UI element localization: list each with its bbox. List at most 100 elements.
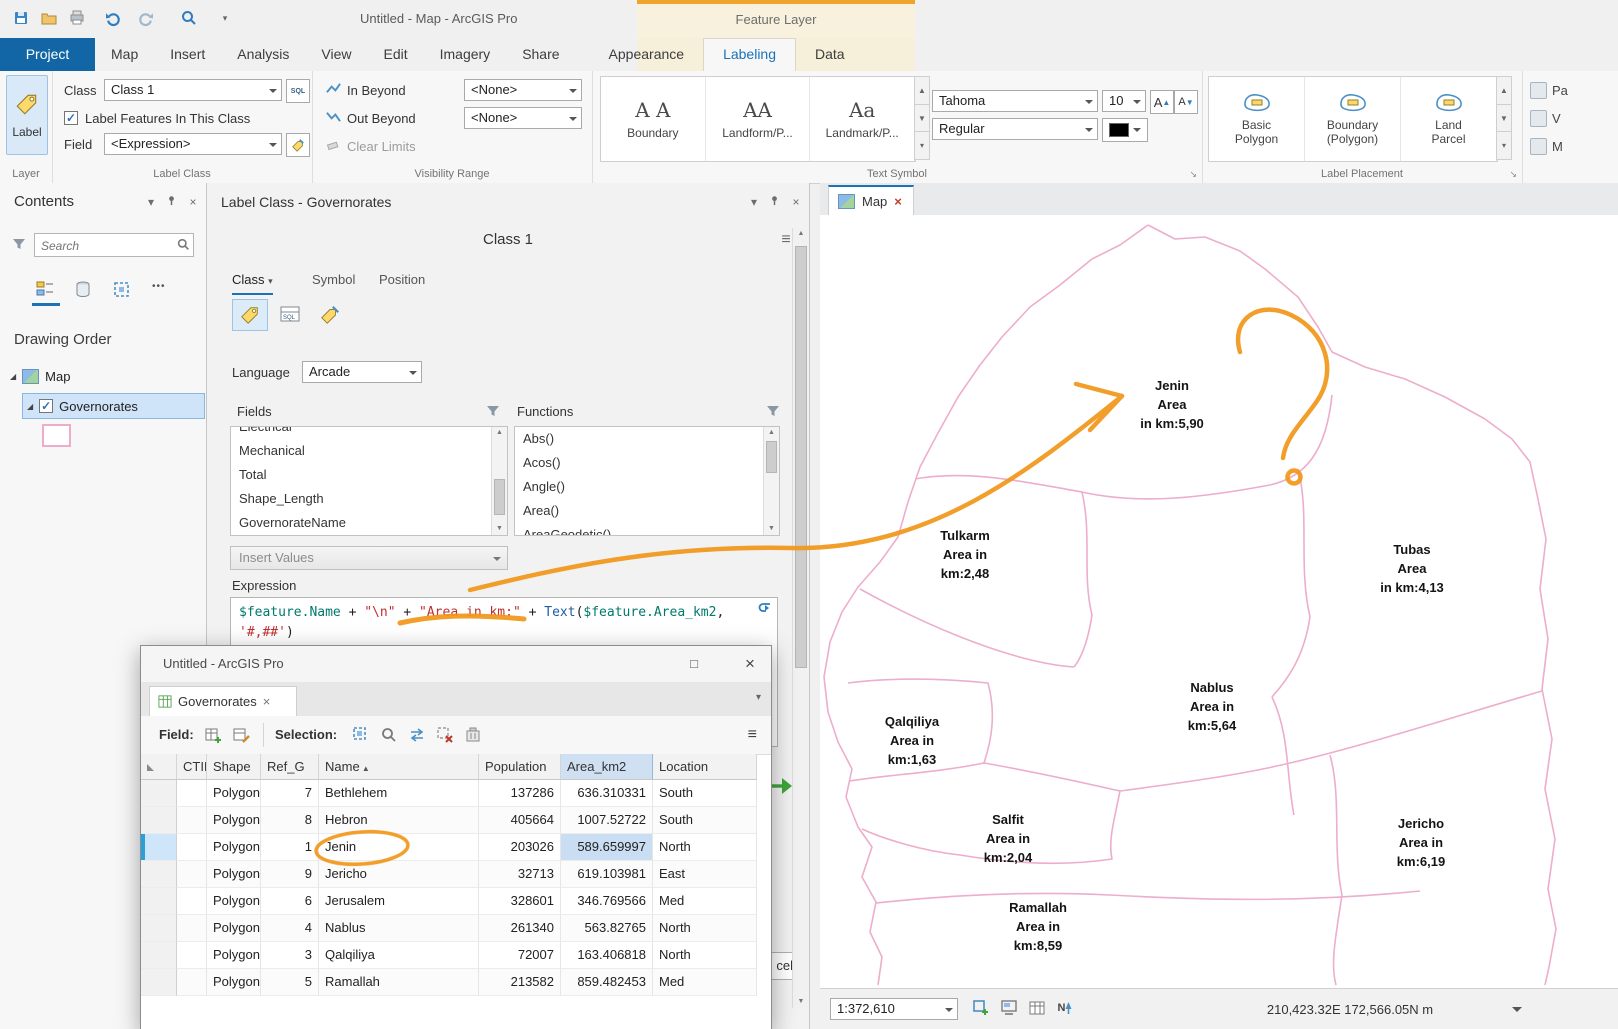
label-expression-tool-button[interactable] [232,299,268,331]
fields-scrollbar[interactable]: ▲ ▼ [491,427,507,535]
cell-location[interactable]: Med [653,888,757,915]
cell-area_km2[interactable]: 589.659997 [561,834,653,861]
placement-down-icon[interactable]: ▼ [1496,104,1512,133]
gallery-expand-icon[interactable]: ▾ [914,132,930,161]
cell-ctid[interactable] [177,834,207,861]
governorates-visibility-checkbox[interactable]: ✓ [39,399,54,413]
row-header-cell[interactable] [141,834,177,861]
ribbon-tab-analysis[interactable]: Analysis [221,38,305,71]
ribbon-tab-labeling[interactable]: Labeling [703,38,796,72]
label-features-checkbox[interactable]: ✓ [64,111,78,125]
cell-location[interactable]: North [653,915,757,942]
field-list-item[interactable]: GovernorateName [231,511,492,535]
gallery-up-icon[interactable]: ▲ [914,76,930,105]
undo-icon[interactable] [102,7,124,29]
language-combobox[interactable]: Arcade [302,361,422,383]
label-toggle-button[interactable]: Label [6,75,48,155]
in-beyond-button[interactable]: In Beyond [326,79,406,101]
sql-query-button[interactable]: SQL [286,79,310,103]
cell-location[interactable]: South [653,780,757,807]
maximize-icon[interactable]: □ [677,646,711,682]
tab-symbol[interactable]: Symbol [312,267,355,293]
overflow-button-1[interactable]: Pa [1530,79,1618,101]
column-header-shape[interactable]: Shape [207,754,261,780]
insert-values-dropdown[interactable]: Insert Values [230,546,508,570]
text-symbol-style-2[interactable]: AA Landform/P... [706,77,811,161]
clear-limits-button[interactable]: Clear Limits [326,135,416,157]
cell-ctid[interactable] [177,969,207,996]
visibility-max-combobox[interactable]: <None> [464,79,582,101]
cell-shape[interactable]: Polygon [207,888,261,915]
field-list-item[interactable]: Electrical [231,427,492,439]
contents-filter-icon[interactable] [13,238,25,253]
list-by-data-source-icon[interactable] [70,277,96,301]
tab-position[interactable]: Position [379,267,425,293]
shrink-text-button[interactable]: A ▼ [1174,90,1198,114]
cell-shape[interactable]: Polygon [207,807,261,834]
cell-population[interactable]: 405664 [479,807,561,834]
function-list-item[interactable]: Acos() [515,451,764,475]
label-panel-caret-icon[interactable]: ▾ [745,193,763,211]
table-row[interactable]: Polygon 6 Jerusalem 328601 346.769566 Med [141,888,771,915]
cell-area_km2[interactable]: 563.82765 [561,915,653,942]
text-symbol-dialog-launcher-icon[interactable]: ↘ [1189,169,1197,180]
label-panel-scrollbar[interactable]: ▲ ▼ [792,228,809,1008]
attribute-table-icon[interactable] [1026,997,1048,1019]
cell-location[interactable]: North [653,834,757,861]
cell-shape[interactable]: Polygon [207,861,261,888]
cell-population[interactable]: 203026 [479,834,561,861]
table-corner-cell[interactable] [141,754,177,780]
search-icon[interactable] [177,238,190,254]
customize-toolbar-caret-icon[interactable]: ▾ [214,7,236,29]
ribbon-tab-insert[interactable]: Insert [154,38,221,71]
out-beyond-button[interactable]: Out Beyond [326,107,416,129]
map-canvas[interactable]: Jenin Area in km:5,90 Tulkarm Area in km:2,48… [820,215,1618,988]
cell-population[interactable]: 32713 [479,861,561,888]
zoom-to-selection-icon[interactable] [379,725,399,745]
expression-code[interactable]: $feature.Name + "\n" + "Area in km:" + T… [239,603,751,643]
cell-name[interactable]: Jericho [319,861,479,888]
label-placement-style-3[interactable]: Land Parcel [1401,77,1497,161]
fields-filter-icon[interactable] [487,405,499,420]
cell-ctid[interactable] [177,807,207,834]
overview-toggle-icon[interactable] [998,997,1020,1019]
grow-text-button[interactable]: A ▲ [1150,90,1174,114]
table-tab-close-icon[interactable]: × [263,694,271,709]
cell-ref_g[interactable]: 3 [261,942,319,969]
cell-ref_g[interactable]: 8 [261,807,319,834]
function-list-item[interactable]: Abs() [515,427,764,451]
cell-population[interactable]: 328601 [479,888,561,915]
clear-selection-icon[interactable] [435,725,455,745]
tree-item-map[interactable]: ◢ Map [10,363,200,389]
cell-name[interactable]: Qalqiliya [319,942,479,969]
ribbon-tab-appearance[interactable]: Appearance [590,38,704,71]
map-scale-combobox[interactable]: 1:372,610 [830,998,958,1020]
column-header-location[interactable]: Location [653,754,757,780]
table-row[interactable]: Polygon 8 Hebron 405664 1007.52722 South [141,807,771,834]
table-tabs-caret-icon[interactable]: ▾ [756,692,761,703]
cell-shape[interactable]: Polygon [207,915,261,942]
delete-selected-icon[interactable] [463,725,483,745]
table-row[interactable]: Polygon 1 Jenin 203026 589.659997 North [141,834,771,861]
table-row[interactable]: Polygon 4 Nablus 261340 563.82765 North [141,915,771,942]
row-header-cell[interactable] [141,969,177,996]
function-list-item[interactable]: Angle() [515,475,764,499]
text-symbol-style-1[interactable]: A A Boundary [601,77,706,161]
label-placement-dialog-launcher-icon[interactable]: ↘ [1509,169,1517,180]
cell-area_km2[interactable]: 163.406818 [561,942,653,969]
class-combobox[interactable]: Class 1 [104,79,282,101]
cell-location[interactable]: Med [653,969,757,996]
tab-class[interactable]: Class ▾ [232,267,273,295]
map-tab-close-icon[interactable]: × [894,194,902,209]
cell-ref_g[interactable]: 1 [261,834,319,861]
print-icon[interactable] [66,7,88,29]
table-menu-icon[interactable]: ≡ [748,716,757,754]
field-list-item[interactable]: Shape_Length [231,487,492,511]
function-list-item[interactable]: Area() [515,499,764,523]
functions-filter-icon[interactable] [767,405,779,420]
cell-population[interactable]: 137286 [479,780,561,807]
ribbon-tab-share[interactable]: Share [506,38,575,71]
gallery-down-icon[interactable]: ▼ [914,104,930,133]
table-row[interactable]: Polygon 9 Jericho 32713 619.103981 East [141,861,771,888]
cell-population[interactable]: 213582 [479,969,561,996]
